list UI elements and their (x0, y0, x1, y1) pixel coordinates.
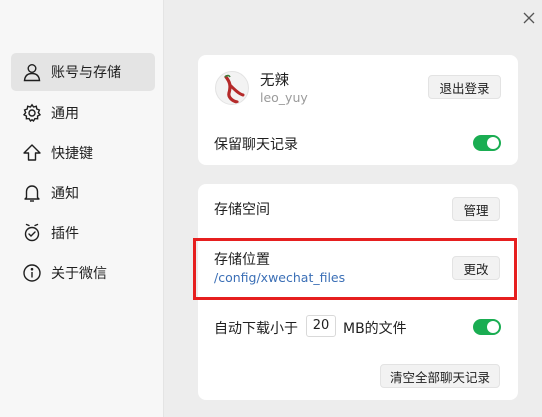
auto-download-suffix: MB的文件 (343, 321, 407, 337)
gear-icon (22, 103, 42, 123)
manage-button[interactable]: 管理 (452, 197, 500, 221)
shortcut-arrow-icon (22, 143, 42, 163)
keep-history-toggle[interactable] (473, 135, 501, 151)
account-name: 无辣 (260, 73, 289, 89)
close-icon (522, 11, 536, 25)
sidebar-item-label: 账号与存储 (51, 65, 121, 81)
sidebar: 账号与存储 通用 快捷键 通知 插件 关于微信 (0, 0, 164, 417)
keep-history-label: 保留聊天记录 (214, 137, 298, 153)
info-icon (22, 263, 42, 283)
settings-window: 账号与存储 通用 快捷键 通知 插件 关于微信 无辣 leo_yuy 退出登录 … (0, 0, 542, 417)
bell-icon (22, 183, 42, 203)
highlight-box (193, 238, 517, 300)
sidebar-item-label: 快捷键 (51, 146, 93, 162)
clear-all-history-button[interactable]: 清空全部聊天记录 (380, 364, 500, 388)
storage-space-label: 存储空间 (214, 202, 270, 218)
sidebar-item-about[interactable]: 关于微信 (11, 254, 155, 292)
sidebar-item-account-storage[interactable]: 账号与存储 (11, 53, 155, 91)
plugin-icon (22, 223, 42, 243)
account-id: leo_yuy (260, 90, 308, 105)
auto-download-prefix: 自动下载小于 (214, 321, 298, 337)
sidebar-item-shortcuts[interactable]: 快捷键 (11, 134, 155, 172)
sidebar-item-general[interactable]: 通用 (11, 94, 155, 132)
close-button[interactable] (519, 8, 539, 28)
account-card: 无辣 leo_yuy 退出登录 保留聊天记录 (198, 55, 518, 165)
auto-download-toggle[interactable] (473, 319, 501, 335)
sidebar-item-label: 插件 (51, 226, 79, 242)
user-icon (22, 62, 42, 82)
sidebar-item-plugins[interactable]: 插件 (11, 214, 155, 252)
sidebar-item-label: 通用 (51, 106, 79, 122)
logout-button[interactable]: 退出登录 (428, 75, 501, 99)
toggle-knob (487, 321, 499, 333)
auto-download-size-input[interactable]: 20 (306, 315, 336, 337)
avatar[interactable] (215, 71, 249, 105)
toggle-knob (487, 137, 499, 149)
sidebar-item-notifications[interactable]: 通知 (11, 174, 155, 212)
sidebar-item-label: 通知 (51, 186, 79, 202)
sidebar-item-label: 关于微信 (51, 266, 107, 282)
